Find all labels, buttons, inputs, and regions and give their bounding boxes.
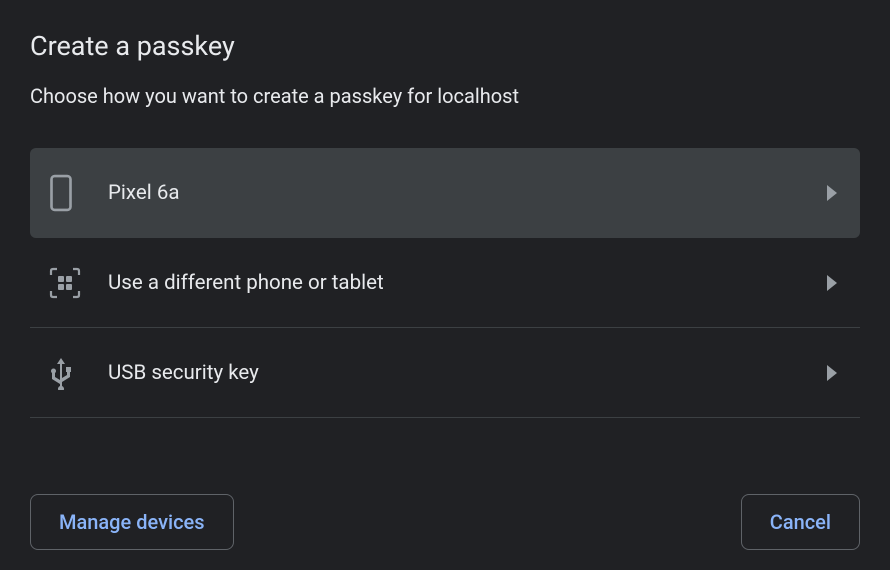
option-other-device[interactable]: Use a different phone or tablet: [30, 238, 860, 328]
passkey-dialog: Create a passkey Choose how you want to …: [0, 0, 890, 570]
option-label: Use a different phone or tablet: [90, 271, 826, 295]
dialog-subtitle: Choose how you want to create a passkey …: [30, 84, 860, 108]
cancel-button[interactable]: Cancel: [741, 494, 860, 550]
option-label: Pixel 6a: [90, 181, 826, 205]
manage-devices-button[interactable]: Manage devices: [30, 494, 234, 550]
qr-devices-icon: [48, 266, 90, 300]
usb-icon: [48, 356, 90, 390]
dialog-footer: Manage devices Cancel: [30, 454, 860, 550]
dialog-title: Create a passkey: [30, 30, 860, 62]
option-pixel6a[interactable]: Pixel 6a: [30, 148, 860, 238]
chevron-right-icon: [826, 185, 838, 201]
chevron-right-icon: [826, 365, 838, 381]
option-label: USB security key: [90, 361, 826, 385]
smartphone-icon: [48, 174, 90, 212]
chevron-right-icon: [826, 275, 838, 291]
option-list: Pixel 6a Use: [30, 148, 860, 418]
option-usb-key[interactable]: USB security key: [30, 328, 860, 418]
